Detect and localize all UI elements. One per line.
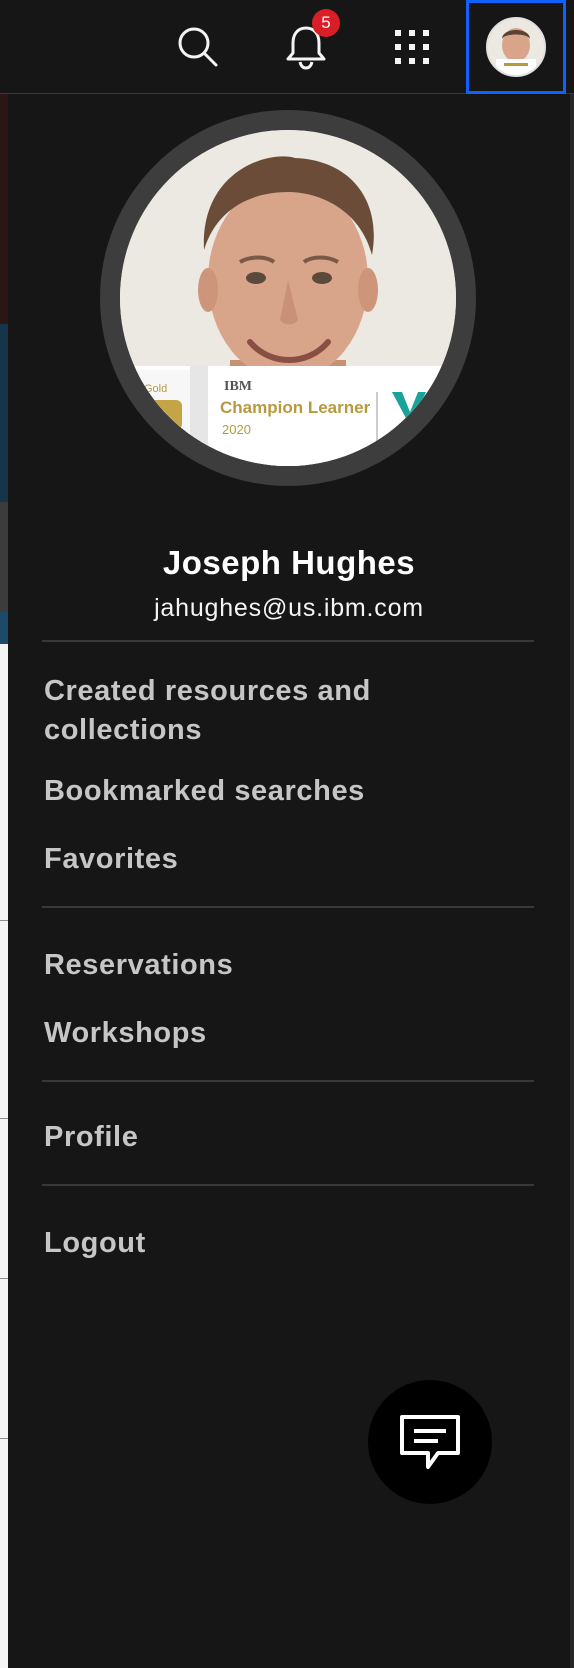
menu-divider (42, 906, 534, 908)
user-name: Joseph Hughes (162, 544, 416, 581)
search-icon (178, 27, 218, 67)
app-switcher-button[interactable] (364, 0, 460, 94)
menu-divider (42, 1184, 534, 1186)
badge-year: 2020 (222, 422, 251, 437)
menu-item-reservations[interactable]: Reservations (44, 946, 514, 985)
menu-divider (42, 1080, 534, 1082)
notifications-button[interactable]: 5 (258, 0, 354, 94)
chat-icon (400, 1415, 460, 1469)
user-menu-button[interactable] (466, 0, 566, 94)
user-avatar (486, 17, 546, 77)
background-page (0, 94, 8, 1668)
profile-photo-frame: Gold IBM Champion Learner 2020 (100, 110, 476, 486)
badge-org: IBM (224, 379, 252, 394)
grid-icon (395, 30, 429, 64)
menu-divider (42, 640, 534, 642)
badge-level: Gold (144, 383, 167, 395)
menu-item-profile[interactable]: Profile (44, 1118, 514, 1157)
badge-title: Champion Learner (220, 398, 371, 417)
menu-item-favorites[interactable]: Favorites (44, 840, 514, 879)
notification-count-badge: 5 (312, 9, 340, 37)
menu-item-logout[interactable]: Logout (44, 1224, 514, 1263)
menu-item-bookmarked-searches[interactable]: Bookmarked searches (44, 772, 514, 811)
chat-button[interactable] (368, 1380, 492, 1504)
top-header: 5 (0, 0, 574, 94)
app-viewport: 5 Gold IBM Champion Learner 2020 Joseph … (0, 0, 574, 1668)
search-button[interactable] (150, 0, 246, 94)
user-email: jahughes@us.ibm.com (154, 594, 424, 622)
menu-item-workshops[interactable]: Workshops (44, 1014, 514, 1053)
profile-photo: Gold IBM Champion Learner 2020 (120, 130, 456, 466)
menu-item-created-resources[interactable]: Created resources and collections (44, 672, 514, 750)
